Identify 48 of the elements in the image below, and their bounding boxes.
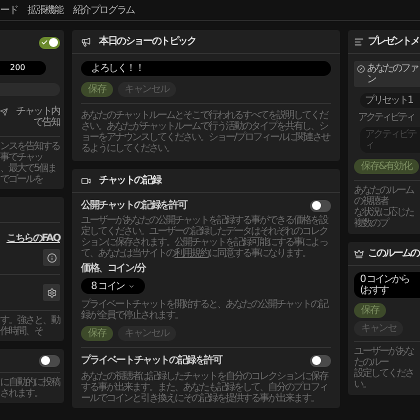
section-title: 公開チャットの記録を許可 xyxy=(81,198,187,213)
description-text: ンスを告知する事でチャッ xyxy=(0,141,60,163)
nav-link[interactable]: ード xyxy=(0,2,18,18)
card-title: チャットの記録 xyxy=(99,174,161,188)
send-icon xyxy=(0,108,8,116)
toggle-switch[interactable] xyxy=(39,36,60,48)
topic-field[interactable]: よろしく！！ xyxy=(81,61,331,76)
card-title: 本日のショーのトピック xyxy=(99,34,196,49)
description-text: 、最大で5個までゴールを xyxy=(0,163,57,185)
toggle-switch[interactable] xyxy=(39,354,60,366)
info-icon xyxy=(46,252,56,262)
settings-button[interactable] xyxy=(43,284,60,301)
circle-slash-icon xyxy=(357,65,365,73)
audience-chip[interactable]: あなたのファン xyxy=(354,61,420,87)
description-text: 設定してください。 xyxy=(354,368,414,390)
nav-link[interactable]: 拡張機能 xyxy=(28,2,63,18)
description-text: あなたのチャットルームとそこで行われるすべてを説明してください。あなたがチャットルームで行う活動のタイプを共有し、ショーをアナウンスしてください。ショー/プロフィールに関連させるようにしてください。 xyxy=(81,110,331,154)
menu-icon xyxy=(354,36,364,46)
description-text: あなたの視聴者は記録したチャットを自分のコレクションに保存する事が出来ます。また、あなたも記録をして、自分のプロフィールでコインと引き換えにその記録を提供する事が出来ます。 xyxy=(81,371,329,404)
preset-field[interactable]: プリセット1 xyxy=(360,93,420,108)
toggle-switch[interactable] xyxy=(310,200,331,212)
terms-link[interactable]: 利用規約 xyxy=(174,248,208,259)
check-icon xyxy=(41,39,48,46)
settings-icon xyxy=(46,288,56,298)
megaphone-icon xyxy=(81,36,91,46)
nav-link[interactable]: 紹介プログラム xyxy=(72,2,134,18)
min-price-field[interactable]: 0 コインから (おすす xyxy=(354,272,420,298)
price-dropdown[interactable]: 8 コイン xyxy=(81,278,145,294)
toggle-switch[interactable] xyxy=(310,354,331,366)
faq-link[interactable]: こちらのFAQ xyxy=(6,231,60,246)
description-text: す。強さと、動作時間、そ xyxy=(0,314,60,337)
description-text: あなたのルームの視聴者 xyxy=(354,185,415,207)
video-camera-icon xyxy=(81,176,91,186)
description-text: ユーザーがあなたのルー xyxy=(354,346,415,368)
caret-icon xyxy=(128,282,135,290)
description-text: ユーザーがあなたの公開チャットを記録する事ができる価格を設定してください。ユーザーの記録したデータはそれぞれのコレクションに保存されます。公開チャットを記録可能にする事によって、あなたは当サイトの利用規約に同意する事になります。 xyxy=(81,215,329,259)
note-text: プライベートチャットを開始すると、あなたの公開チャットの記録が全員で停止されます。 xyxy=(81,299,329,321)
card-title: このルームの xyxy=(368,247,419,261)
amount-field[interactable]: 200 xyxy=(0,61,46,75)
price-label: 価格、コイン/分 xyxy=(81,263,147,275)
field-label: アクティビティ xyxy=(358,112,415,123)
description-text: に自動的に投稿されます。 xyxy=(0,376,60,399)
section-title: プライベートチャットの記録を許可 xyxy=(81,353,222,368)
announce-button[interactable]: チャット内で告知 xyxy=(0,106,60,128)
description-text: な状況に応じた複数のプ xyxy=(354,207,415,229)
info-button[interactable] xyxy=(43,249,60,266)
crown-icon xyxy=(354,248,364,258)
card-title: プレゼントメ xyxy=(368,34,419,49)
